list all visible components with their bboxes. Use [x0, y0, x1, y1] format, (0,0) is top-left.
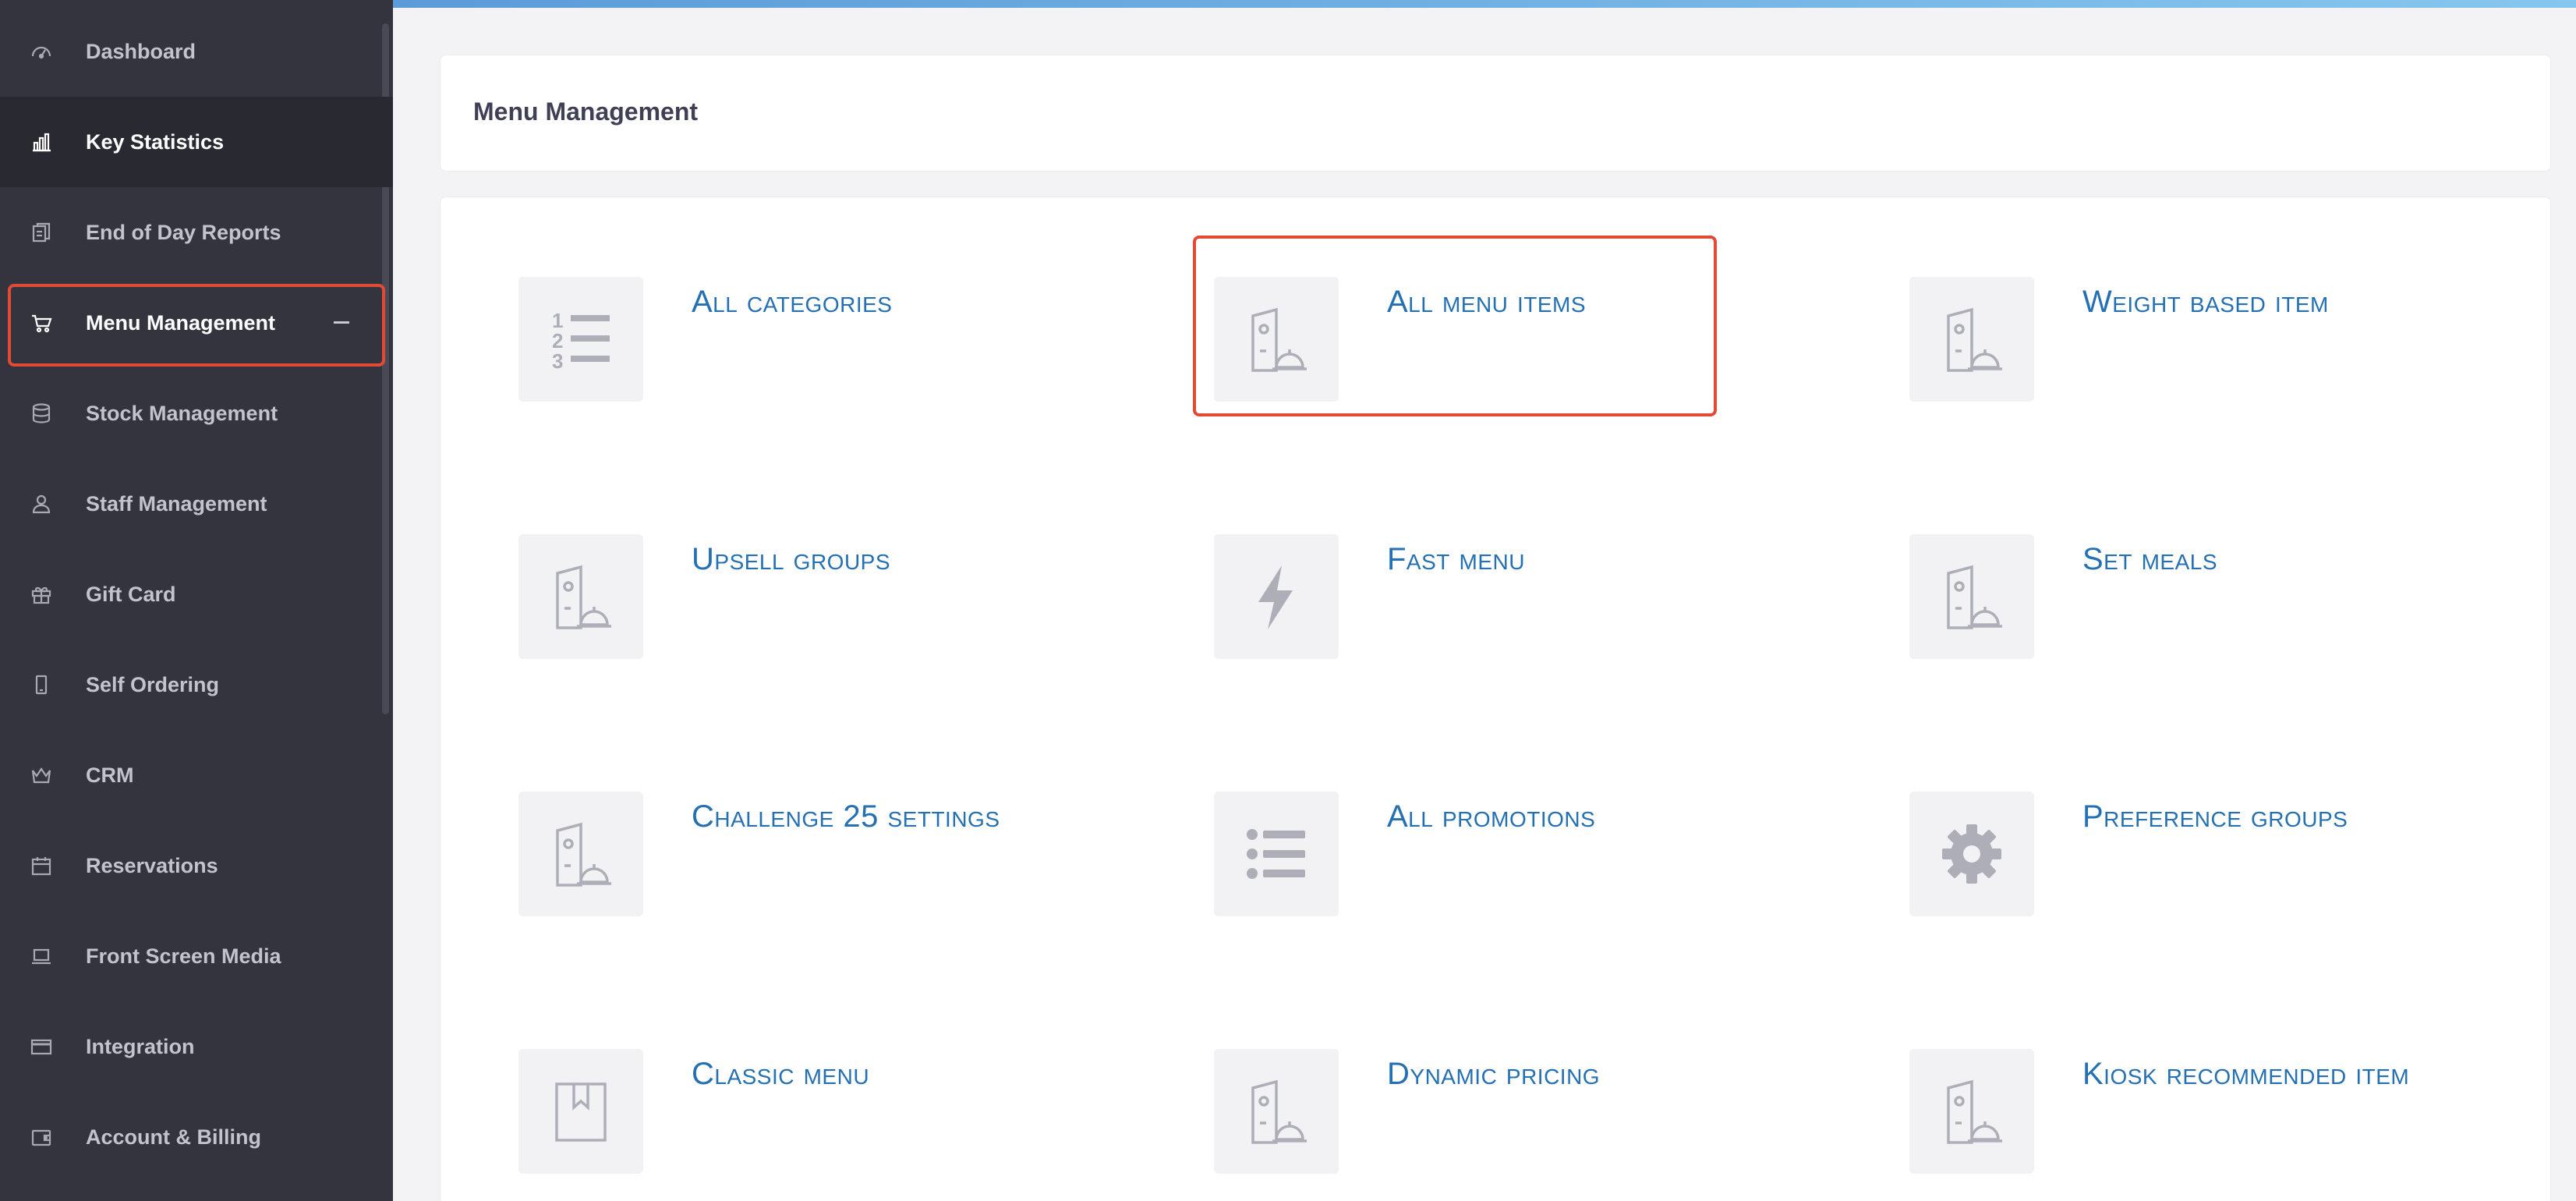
menu-service-icon	[1909, 277, 2034, 402]
sidebar: Dashboard Key Statistics End of Day Repo…	[0, 0, 393, 1201]
gift-icon	[30, 583, 53, 606]
wallet-icon	[30, 1125, 53, 1149]
mobile-icon	[30, 673, 53, 696]
sidebar-item-menu-management[interactable]: Menu Management	[0, 278, 393, 368]
tile-preference-groups[interactable]: Preference groups	[1909, 792, 2455, 948]
sidebar-item-label: Key Statistics	[86, 129, 225, 154]
sidebar-item-key-statistics[interactable]: Key Statistics	[0, 97, 393, 187]
menu-service-icon	[1909, 534, 2034, 659]
tile-all-categories[interactable]: 123 All categories	[518, 277, 1064, 433]
sidebar-item-label: Front Screen Media	[86, 944, 281, 968]
user-icon	[30, 492, 53, 515]
gear-icon	[1909, 792, 2034, 916]
tile-upsell-groups[interactable]: Upsell groups	[518, 534, 1064, 690]
database-icon	[30, 402, 53, 425]
tile-label: Fast menu	[1387, 542, 1525, 576]
sidebar-item-label: Staff Management	[86, 491, 267, 515]
laptop-icon	[30, 944, 53, 968]
sidebar-item-dashboard[interactable]: Dashboard	[0, 6, 393, 97]
tile-label: All promotions	[1387, 799, 1596, 834]
tile-label: Upsell groups	[692, 542, 891, 576]
sidebar-item-front-screen-media[interactable]: Front Screen Media	[0, 911, 393, 1001]
sidebar-item-stock-management[interactable]: Stock Management	[0, 368, 393, 459]
reports-icon	[30, 221, 53, 244]
page-title: Menu Management	[473, 97, 699, 126]
tile-fast-menu[interactable]: Fast menu	[1214, 534, 1760, 690]
tile-all-menu-items[interactable]: All menu items	[1214, 277, 1760, 433]
bullet-list-icon	[1214, 792, 1339, 916]
sidebar-item-end-of-day-reports[interactable]: End of Day Reports	[0, 187, 393, 278]
crown-icon	[30, 763, 53, 787]
tile-dynamic-pricing[interactable]: Dynamic pricing	[1214, 1049, 1760, 1201]
numbered-list-icon: 123	[518, 277, 643, 402]
tile-label: Dynamic pricing	[1387, 1057, 1601, 1091]
collapse-icon[interactable]	[334, 321, 349, 324]
menu-management-grid: 123 All categories All menu items Weight	[440, 197, 2551, 1201]
lightning-icon	[1214, 534, 1339, 659]
cart-icon	[30, 311, 53, 335]
card-icon	[30, 1035, 53, 1058]
bar-chart-icon	[30, 130, 53, 154]
sidebar-item-staff-management[interactable]: Staff Management	[0, 459, 393, 549]
menu-service-icon	[1214, 1049, 1339, 1174]
tile-challenge-25-settings[interactable]: Challenge 25 settings	[518, 792, 1064, 948]
sidebar-item-label: Self Ordering	[86, 672, 220, 696]
menu-service-icon	[1909, 1049, 2034, 1174]
tile-weight-based-item[interactable]: Weight based item	[1909, 277, 2455, 433]
tile-label: All categories	[692, 285, 893, 319]
top-accent-bar	[393, 0, 2576, 8]
sidebar-item-self-ordering[interactable]: Self Ordering	[0, 639, 393, 730]
sidebar-item-label: Dashboard	[86, 39, 196, 63]
menu-service-icon	[518, 534, 643, 659]
tile-label: Classic menu	[692, 1057, 870, 1091]
tile-label: Weight based item	[2082, 285, 2329, 319]
tile-set-meals[interactable]: Set meals	[1909, 534, 2455, 690]
sidebar-item-label: CRM	[86, 763, 134, 787]
tile-all-promotions[interactable]: All promotions	[1214, 792, 1760, 948]
sidebar-item-gift-card[interactable]: Gift Card	[0, 549, 393, 639]
sidebar-item-integration[interactable]: Integration	[0, 1001, 393, 1092]
tile-label: All menu items	[1387, 285, 1587, 319]
book-icon	[518, 1049, 643, 1174]
tile-label: Kiosk recommended item	[2082, 1057, 2410, 1091]
sidebar-item-label: Menu Management	[86, 310, 276, 335]
sidebar-item-label: End of Day Reports	[86, 220, 281, 244]
sidebar-item-label: Integration	[86, 1034, 195, 1058]
dashboard-icon	[30, 40, 53, 63]
menu-service-icon	[518, 792, 643, 916]
sidebar-item-label: Gift Card	[86, 582, 176, 606]
sidebar-item-crm[interactable]: CRM	[0, 730, 393, 820]
sidebar-item-label: Stock Management	[86, 401, 278, 425]
tile-label: Set meals	[2082, 542, 2217, 576]
tile-kiosk-recommended-item[interactable]: Kiosk recommended item	[1909, 1049, 2455, 1201]
menu-service-icon	[1214, 277, 1339, 402]
tile-label: Challenge 25 settings	[692, 799, 1000, 834]
tile-label: Preference groups	[2082, 799, 2348, 834]
tile-classic-menu[interactable]: Classic menu	[518, 1049, 1064, 1201]
page-header: Menu Management	[440, 55, 2551, 172]
sidebar-item-label: Account & Billing	[86, 1125, 261, 1149]
calendar-icon	[30, 854, 53, 877]
sidebar-item-label: Reservations	[86, 853, 218, 877]
sidebar-item-reservations[interactable]: Reservations	[0, 820, 393, 911]
svg-text:3: 3	[552, 349, 563, 373]
sidebar-item-account-billing[interactable]: Account & Billing	[0, 1092, 393, 1182]
